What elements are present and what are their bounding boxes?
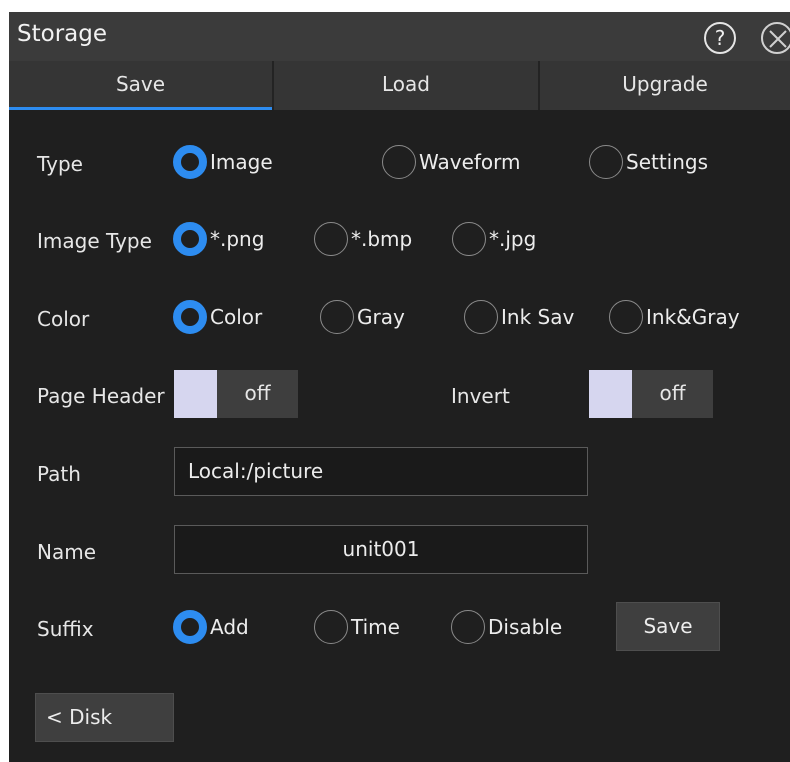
name-field[interactable]: unit001 [174,525,588,574]
path-field[interactable]: Local:/picture [174,447,588,496]
help-icon[interactable]: ? [704,22,736,54]
dialog-title: Storage [17,21,107,47]
radio-circle [589,145,623,179]
radio-label: Time [351,615,400,639]
toggle-knob [589,370,632,418]
radio-circle [452,222,486,256]
tab-save[interactable]: Save [9,61,272,110]
radio-circle [382,145,416,179]
toggle-state: off [632,370,713,418]
name-label: Name [37,540,97,564]
radio-circle [320,300,354,334]
radio-label: Disable [488,615,563,639]
toggle-state: off [217,370,298,418]
tab-bar: Save Load Upgrade [9,61,790,110]
radio-circle [314,222,348,256]
radio-label: Image [210,150,273,174]
title-bar: Storage ? [9,12,790,61]
radio-circle [609,300,643,334]
radio-label: Color [210,305,263,329]
radio-label: *.bmp [351,227,413,251]
image-type-label: Image Type [37,229,152,253]
color-label: Color [37,307,90,331]
radio-label: Ink Sav [501,305,575,329]
storage-dialog: Storage ? Save Load Upgrade Type Image W… [9,12,790,762]
page-header-label: Page Header [37,384,165,408]
radio-circle [173,300,207,334]
tab-load[interactable]: Load [272,61,538,110]
radio-label: Gray [357,305,405,329]
radio-label: Ink&Gray [646,305,740,329]
radio-label: Add [210,615,249,639]
radio-label: *.png [210,227,265,251]
radio-circle [173,145,207,179]
invert-label: Invert [451,384,510,408]
toggle-knob [174,370,217,418]
radio-label: Settings [626,150,709,174]
invert-toggle[interactable]: off [589,370,713,418]
radio-circle [173,222,207,256]
type-label: Type [37,152,83,176]
radio-label: *.jpg [489,227,537,251]
radio-circle [464,300,498,334]
suffix-label: Suffix [37,617,94,641]
radio-circle [314,610,348,644]
path-label: Path [37,462,81,486]
radio-circle [173,610,207,644]
radio-label: Waveform [419,150,521,174]
tab-upgrade[interactable]: Upgrade [538,61,790,110]
disk-button[interactable]: < Disk [35,693,174,742]
page-header-toggle[interactable]: off [174,370,298,418]
radio-circle [451,610,485,644]
close-icon[interactable] [761,22,790,54]
save-button[interactable]: Save [616,602,720,651]
